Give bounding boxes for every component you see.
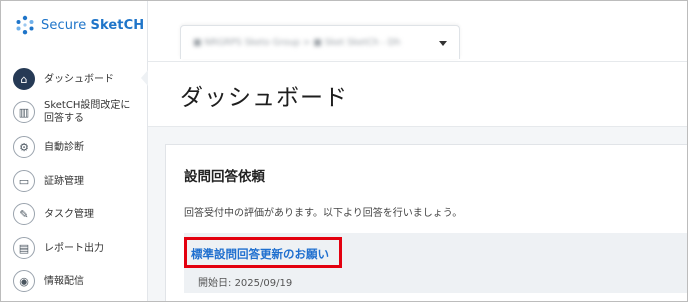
main-content: ■ NRGRPS Sketo Group > ■ Sket SketCh - D… <box>148 1 687 301</box>
sidebar-item-label: 証跡管理 <box>44 175 84 187</box>
sidebar-item-label: レポート出力 <box>44 242 104 254</box>
broadcast-icon: ◉ <box>13 270 35 292</box>
request-link[interactable]: 標準設問回答更新のお願い <box>191 247 329 261</box>
sidebar-item-evidence[interactable]: ▭ 証跡管理 <box>13 170 143 192</box>
sidebar-item-label: 自動診断 <box>44 141 84 153</box>
sidebar-item-reports[interactable]: ▤ レポート出力 <box>13 237 143 259</box>
app-window: Secure SketCH ⌂ ダッシュボード ▥ SketCH設問改定に 回答す… <box>0 0 688 302</box>
sidebar-item-sketch-answer[interactable]: ▥ SketCH設問改定に 回答する <box>13 99 143 125</box>
page-title: ダッシュボード <box>180 85 348 111</box>
card-description: 回答受付中の評価があります。以下より回答を行いましょう。 <box>184 208 463 219</box>
organization-selector-value: ■ NRGRPS Sketo Group > ■ Sket SketCh - D… <box>193 37 401 48</box>
card-title: 設問回答依頼 <box>184 169 265 185</box>
sidebar-item-label: ダッシュボード <box>44 73 114 85</box>
gear-icon: ⚙ <box>13 136 35 158</box>
bar-chart-icon: ▥ <box>13 101 35 123</box>
sidebar-item-label: タスク管理 <box>44 208 94 220</box>
active-indicator <box>141 70 148 86</box>
question-request-card: 設問回答依頼 回答受付中の評価があります。以下より回答を行いましょう。 標準設問… <box>165 144 687 301</box>
hexagon-dots-logo-icon <box>16 15 34 35</box>
home-icon: ⌂ <box>13 68 35 90</box>
sidebar-item-label: SketCH設問改定に 回答する <box>44 100 131 124</box>
highlight-box: 標準設問回答更新のお願い <box>184 237 342 268</box>
document-icon: ▤ <box>13 237 35 259</box>
request-item: 標準設問回答更新のお願い 開始日: 2025/09/19 <box>184 233 687 293</box>
sidebar-item-label: 情報配信 <box>44 275 84 287</box>
sidebar-item-tasks[interactable]: ✎ タスク管理 <box>13 203 143 225</box>
folder-icon: ▭ <box>13 170 35 192</box>
sidebar-item-dashboard[interactable]: ⌂ ダッシュボード <box>13 68 143 90</box>
clipboard-icon: ✎ <box>13 203 35 225</box>
header-bar: ■ NRGRPS Sketo Group > ■ Sket SketCh - D… <box>148 1 687 62</box>
sidebar-item-auto-diagnosis[interactable]: ⚙ 自動診断 <box>13 136 143 158</box>
brand[interactable]: Secure SketCH <box>15 15 144 35</box>
start-date: 開始日: 2025/09/19 <box>198 278 293 289</box>
brand-name: Secure SketCH <box>41 17 145 33</box>
sidebar-item-info[interactable]: ◉ 情報配信 <box>13 270 143 292</box>
page-header: ダッシュボード <box>148 62 687 127</box>
sidebar: Secure SketCH ⌂ ダッシュボード ▥ SketCH設問改定に 回答す… <box>1 1 148 301</box>
organization-selector[interactable]: ■ NRGRPS Sketo Group > ■ Sket SketCh - D… <box>180 25 460 59</box>
caret-down-icon <box>439 41 447 46</box>
